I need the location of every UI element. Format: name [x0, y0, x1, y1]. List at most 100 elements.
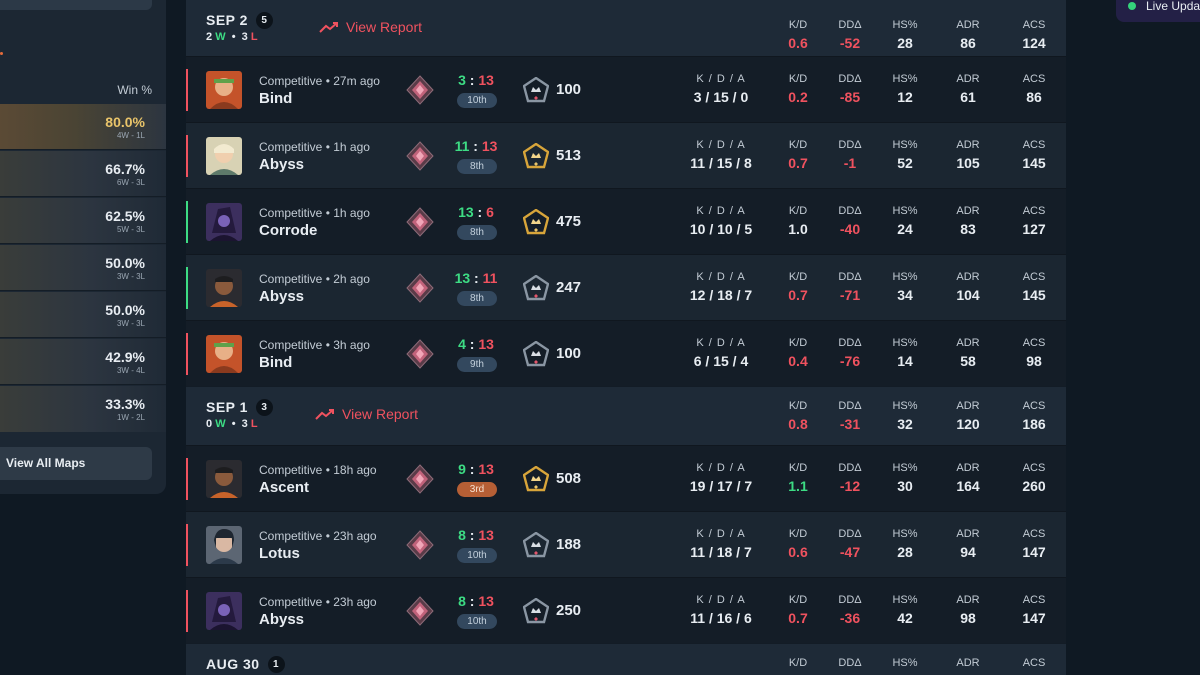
match-history-panel: SEP 2 5 2 W • 3 L View Report K/D 0.6 DDΔ -… [186, 0, 1066, 675]
kd-stat: K/D 0.7 [788, 594, 808, 626]
dd-stat: DDΔ -1 [838, 139, 862, 171]
day-date-text: SEP 2 [206, 12, 248, 28]
day-adr: ADR 120 [956, 400, 980, 432]
trend-icon [319, 21, 339, 33]
placement-badge: 10th [457, 548, 497, 563]
match-mode-time: Competitive • 3h ago [259, 338, 370, 352]
day-hs: HS% [892, 657, 918, 669]
hs-stat: HS% 28 [892, 528, 918, 560]
live-updates-widget[interactable]: Live Updat [1116, 0, 1200, 22]
dd-stat: DDΔ -85 [838, 73, 862, 105]
placement-badge: 9th [457, 357, 497, 372]
rank-icon [406, 596, 434, 626]
match-row[interactable]: Competitive • 1h ago Abyss 11 : 13 8th 5… [186, 122, 1066, 188]
map-name: Abyss [259, 611, 305, 628]
day-acs: ACS 124 [1022, 19, 1046, 51]
hs-stat: HS% 12 [892, 73, 918, 105]
map-win-loss: 3W - 4L [116, 366, 145, 375]
match-mode-time: Competitive • 27m ago [259, 74, 380, 88]
map-name: Bind [259, 90, 293, 107]
rr-crest-icon [523, 143, 549, 169]
match-row[interactable]: Competitive • 3h ago Bind 4 : 13 9th 100… [186, 320, 1066, 386]
day-match-count: 1 [267, 656, 285, 673]
rr-crest-icon [523, 341, 549, 367]
map-row[interactable]: 80.0% 4W - 1L [0, 104, 166, 150]
match-row[interactable]: Competitive • 2h ago Abyss 13 : 11 8th 2… [186, 254, 1066, 320]
agent-portrait [206, 526, 242, 564]
hs-stat: HS% 42 [892, 594, 918, 626]
result-bar [186, 69, 188, 111]
result-bar [186, 524, 188, 566]
day-win-loss: 0 W • 3 L [206, 418, 258, 430]
day-date-text: AUG 30 [206, 656, 260, 672]
day-date: SEP 2 5 [206, 12, 273, 29]
rr-value: 247 [556, 279, 582, 296]
map-win-pct: 66.7% [105, 161, 145, 177]
view-all-maps-button[interactable]: View All Maps [0, 447, 152, 480]
map-stats-panel: Win % 80.0% 4W - 1L 66.7% 6W - 3L 62.5% … [0, 0, 166, 494]
result-bar [186, 333, 188, 375]
acs-stat: ACS 98 [1022, 337, 1046, 369]
kda-stat: K / D / A6 / 15 / 4 [693, 337, 749, 369]
rr-value: 508 [556, 470, 582, 487]
map-row[interactable]: 66.7% 6W - 3L [0, 151, 166, 197]
map-win-loss: 5W - 3L [116, 225, 145, 234]
result-bar [186, 135, 188, 177]
result-bar [186, 458, 188, 500]
rr-crest-icon [523, 466, 549, 492]
match-row[interactable]: Competitive • 23h ago Lotus 8 : 13 10th … [186, 511, 1066, 577]
map-row[interactable]: 42.9% 3W - 4L [0, 339, 166, 385]
view-report-link[interactable]: View Report [319, 19, 422, 35]
match-mode-time: Competitive • 23h ago [259, 595, 377, 609]
placement-badge: 10th [457, 93, 497, 108]
day-adr: ADR 86 [956, 19, 980, 51]
rr-value: 250 [556, 602, 582, 619]
map-row[interactable]: 62.5% 5W - 3L [0, 198, 166, 244]
acs-stat: ACS 145 [1022, 139, 1046, 171]
rr-value: 513 [556, 147, 582, 164]
map-name: Corrode [259, 222, 318, 239]
match-row[interactable]: Competitive • 23h ago Abyss 8 : 13 10th … [186, 577, 1066, 643]
match-score: 13 : 6 [458, 204, 494, 220]
view-report-label: View Report [342, 406, 419, 422]
kd-stat: K/D 0.6 [788, 528, 808, 560]
map-win-pct: 50.0% [105, 255, 145, 271]
map-name: Abyss [259, 156, 305, 173]
rank-icon [406, 207, 434, 237]
adr-stat: ADR 98 [956, 594, 980, 626]
agent-portrait [206, 592, 242, 630]
kd-stat: K/D 0.7 [788, 271, 808, 303]
sidebar-top-button[interactable] [0, 0, 152, 10]
losses-count: 3 [241, 31, 248, 43]
view-report-link[interactable]: View Report [315, 406, 418, 422]
rr-value: 475 [556, 213, 582, 230]
map-name: Lotus [259, 545, 300, 562]
losses-label: L [250, 418, 258, 430]
losses-label: L [250, 31, 258, 43]
match-row[interactable]: Competitive • 18h ago Ascent 9 : 13 3rd … [186, 445, 1066, 511]
rr-value: 188 [556, 536, 582, 553]
dd-stat: DDΔ -76 [838, 337, 862, 369]
view-report-label: View Report [346, 19, 423, 35]
dd-stat: DDΔ -36 [838, 594, 862, 626]
trend-icon [315, 408, 335, 420]
map-row[interactable]: 33.3% 1W - 2L [0, 386, 166, 432]
map-win-loss: 4W - 1L [116, 131, 145, 140]
map-win-pct: 62.5% [105, 208, 145, 224]
agent-portrait [206, 71, 242, 109]
map-row[interactable]: 50.0% 3W - 3L [0, 245, 166, 291]
live-status-icon [1128, 2, 1136, 10]
agent-portrait [206, 137, 242, 175]
match-row[interactable]: Competitive • 27m ago Bind 3 : 13 10th 1… [186, 56, 1066, 122]
map-row[interactable]: 50.0% 3W - 3L [0, 292, 166, 338]
rank-icon [406, 141, 434, 171]
placement-badge: 8th [457, 225, 497, 240]
kd-stat: K/D 0.7 [788, 139, 808, 171]
match-score: 13 : 11 [454, 270, 498, 286]
day-acs: ACS [1022, 657, 1046, 669]
dd-stat: DDΔ -71 [838, 271, 862, 303]
match-score: 4 : 13 [458, 336, 494, 352]
rank-icon [406, 339, 434, 369]
match-row[interactable]: Competitive • 1h ago Corrode 13 : 6 8th … [186, 188, 1066, 254]
placement-badge: 10th [457, 614, 497, 629]
